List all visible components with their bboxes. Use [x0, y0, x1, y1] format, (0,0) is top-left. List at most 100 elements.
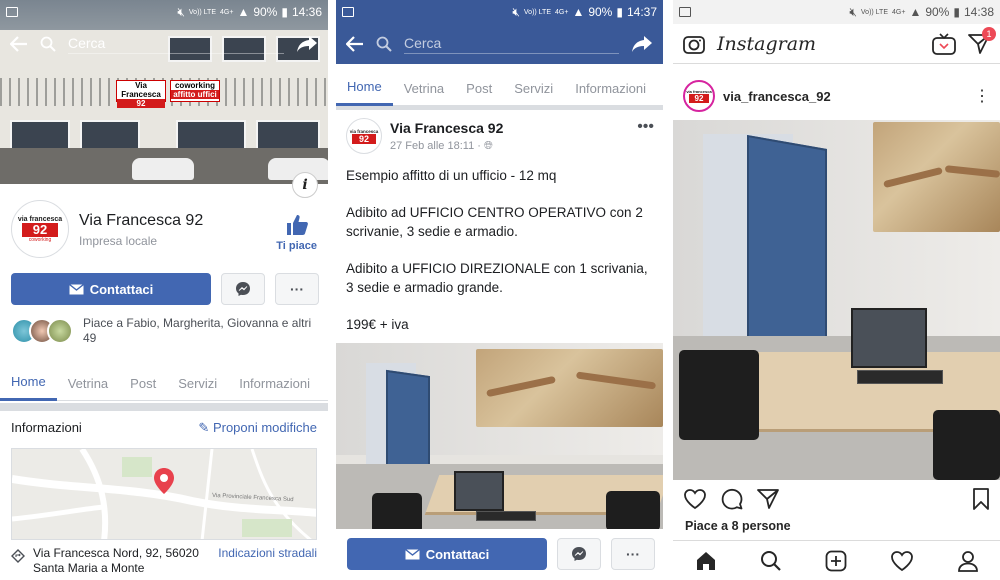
heart-icon[interactable]: [683, 488, 707, 510]
map-pin-icon: [154, 468, 174, 494]
tab-info[interactable]: Informazioni: [228, 365, 321, 401]
tab-services[interactable]: Servizi: [167, 365, 228, 401]
location-map[interactable]: Via Provinciale Francesca Sud: [11, 448, 317, 540]
messenger-button[interactable]: [557, 538, 601, 570]
clock: 14:38: [963, 5, 994, 19]
info-section-header: Informazioni ✎ Proponi modifiche: [11, 420, 317, 436]
comment-icon[interactable]: [721, 488, 743, 510]
direct-icon[interactable]: 1: [968, 26, 996, 55]
avatar: [47, 318, 73, 344]
plus-square-icon[interactable]: [825, 550, 847, 572]
like-button[interactable]: Ti piace: [276, 214, 317, 252]
contact-label: Contattaci: [425, 546, 490, 562]
search-input[interactable]: Cerca: [68, 35, 284, 54]
send-icon[interactable]: [757, 488, 779, 510]
volte-indicator: Vo)) LTE: [860, 8, 888, 16]
likes-count[interactable]: Piace a 8 persone: [685, 519, 791, 533]
share-icon[interactable]: [631, 35, 653, 53]
tab-home[interactable]: Home: [336, 70, 393, 106]
profile-avatar[interactable]: via francesca 92: [683, 80, 715, 112]
signal-icon: ▲: [237, 5, 250, 19]
tab-posts[interactable]: Post: [455, 70, 503, 106]
battery-percent: 90%: [925, 5, 950, 19]
section-divider: [0, 403, 328, 411]
tab-showcase[interactable]: Vetrina: [57, 365, 119, 401]
page-category: Impresa locale: [79, 234, 158, 248]
bottom-navigation: [673, 540, 1000, 580]
ig-post-photo[interactable]: [673, 120, 1000, 480]
battery-percent: 90%: [253, 5, 278, 19]
info-title: Informazioni: [11, 420, 82, 435]
post-photo[interactable]: [336, 343, 663, 529]
volte-indicator: Vo)) LTE: [523, 8, 551, 16]
search-icon[interactable]: [760, 550, 782, 572]
post-author[interactable]: Via Francesca 92: [390, 120, 503, 136]
page-header: via francesca 92 coworking Via Francesca…: [11, 200, 321, 262]
home-icon[interactable]: [695, 550, 717, 572]
share-icon[interactable]: [296, 35, 318, 53]
heart-icon[interactable]: [890, 550, 914, 572]
status-bar: 🔇︎ Vo)) LTE 4G+ ▲ 90% ▮ 14:37: [336, 0, 663, 24]
signal-icon: ▲: [572, 5, 585, 19]
tab-posts[interactable]: Post: [119, 365, 167, 401]
messenger-icon: [572, 547, 586, 561]
directions-icon: [11, 549, 25, 563]
back-arrow-icon[interactable]: [10, 36, 28, 52]
post-paragraph: Adibito ad UFFICIO CENTRO OPERATIVO con …: [346, 205, 643, 239]
section-divider: [336, 106, 663, 110]
envelope-icon: [404, 548, 420, 559]
status-bar: 🔇︎ Vo)) LTE 4G+ ▲ 90% ▮ 14:38: [673, 0, 1000, 24]
battery-icon: ▮: [953, 5, 960, 19]
post-options-button[interactable]: •••: [637, 118, 654, 136]
more-button[interactable]: ···: [611, 538, 655, 570]
suggest-edits-link[interactable]: ✎ Proponi modifiche: [198, 420, 317, 436]
page-title: Via Francesca 92: [79, 212, 204, 229]
post-options-button[interactable]: ⋮: [974, 86, 990, 106]
tab-info[interactable]: Informazioni: [564, 70, 657, 106]
messenger-button[interactable]: [221, 273, 265, 305]
cover-window: [176, 120, 246, 150]
contact-button[interactable]: Contattaci: [11, 273, 211, 305]
address-text: Via Francesca Nord, 92, 56020 Santa Mari…: [33, 546, 199, 575]
ig-post-actions: [683, 486, 990, 512]
directions-link[interactable]: Indicazioni stradali: [218, 546, 317, 560]
tab-services[interactable]: Servizi: [503, 70, 564, 106]
author-avatar[interactable]: via francesca 92: [346, 118, 382, 154]
contact-label: Contattaci: [89, 281, 154, 297]
post-paragraph: Adibito a UFFICIO DIREZIONALE con 1 scri…: [346, 261, 648, 295]
page-toolbar: Cerca: [336, 24, 663, 64]
pencil-icon: ✎: [198, 420, 210, 435]
tab-home[interactable]: Home: [0, 365, 57, 401]
post-text: Esempio affitto di un ufficio - 12 mq Ad…: [346, 166, 658, 352]
camera-icon[interactable]: [683, 34, 705, 54]
page-likers[interactable]: Piace a Fabio, Margherita, Giovanna e al…: [11, 316, 321, 346]
clock: 14:36: [291, 5, 322, 19]
mute-icon: 🔇︎: [512, 4, 520, 19]
network-indicator: 4G+: [555, 8, 569, 16]
post-timestamp[interactable]: 27 Feb alle 18:11 · 🌐︎: [390, 140, 493, 153]
mute-icon: 🔇︎: [849, 4, 857, 19]
profile-icon[interactable]: [957, 550, 979, 572]
like-label: Ti piace: [276, 240, 317, 252]
search-icon[interactable]: [40, 36, 56, 52]
search-input[interactable]: Cerca: [404, 35, 619, 54]
back-arrow-icon[interactable]: [346, 36, 364, 52]
likers-text: Piace a Fabio, Margherita, Giovanna e al…: [83, 316, 312, 345]
page-logo[interactable]: via francesca 92 coworking: [11, 200, 69, 258]
messenger-icon: [236, 282, 250, 296]
info-icon[interactable]: i: [292, 172, 318, 198]
tab-showcase[interactable]: Vetrina: [393, 70, 455, 106]
contact-button[interactable]: Contattaci: [347, 538, 547, 570]
igtv-icon[interactable]: [932, 32, 956, 55]
logo-number: 92: [22, 222, 58, 237]
cover-window: [256, 120, 320, 150]
logo-sub: coworking: [28, 236, 52, 243]
instagram-screen: 🔇︎ Vo)) LTE 4G+ ▲ 90% ▮ 14:38 Instagram …: [673, 0, 1000, 580]
liker-avatars: [11, 318, 73, 344]
globe-icon: 🌐︎: [483, 140, 493, 152]
search-icon[interactable]: [376, 36, 392, 52]
signal-icon: ▲: [909, 5, 922, 19]
bookmark-icon[interactable]: [972, 488, 990, 510]
username[interactable]: via_francesca_92: [723, 89, 966, 104]
more-button[interactable]: ···: [275, 273, 319, 305]
